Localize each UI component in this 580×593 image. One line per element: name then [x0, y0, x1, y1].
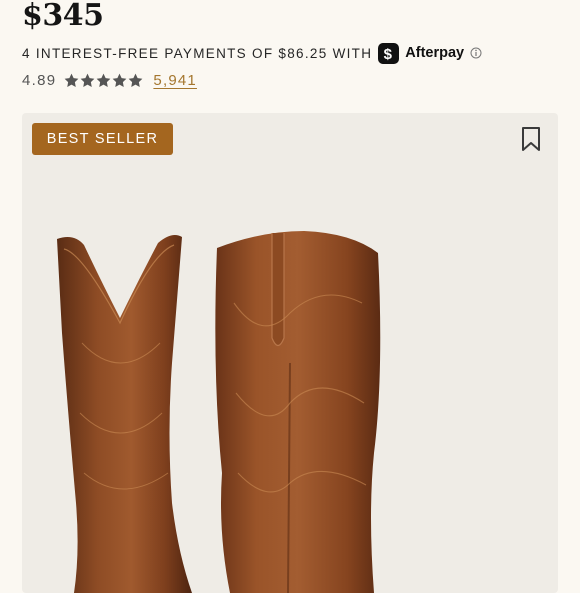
product-image-boots: [57, 231, 381, 593]
afterpay-payments-row: 4 INTEREST-FREE PAYMENTS OF $86.25 WITH …: [22, 42, 482, 64]
rating-row: 4.89 5,941: [22, 69, 197, 91]
star-icon: [129, 73, 143, 87]
best-seller-badge: BEST SELLER: [32, 123, 173, 155]
afterpay-name: Afterpay: [405, 45, 465, 61]
rating-stars: [64, 73, 143, 88]
review-count-link[interactable]: 5,941: [153, 72, 197, 89]
info-icon[interactable]: [470, 47, 482, 59]
afterpay-logo-icon: $: [378, 42, 400, 64]
svg-text:$: $: [384, 46, 394, 63]
star-icon: [97, 73, 111, 87]
rating-value: 4.89: [22, 71, 57, 89]
product-price: $345: [22, 0, 104, 33]
star-icon: [81, 73, 95, 87]
payments-text: 4 INTEREST-FREE PAYMENTS OF $86.25 WITH: [22, 45, 373, 61]
bookmark-icon[interactable]: [520, 126, 542, 157]
star-icon: [113, 73, 127, 87]
product-image-card[interactable]: BEST SELLER: [22, 113, 558, 593]
star-icon: [65, 73, 79, 87]
